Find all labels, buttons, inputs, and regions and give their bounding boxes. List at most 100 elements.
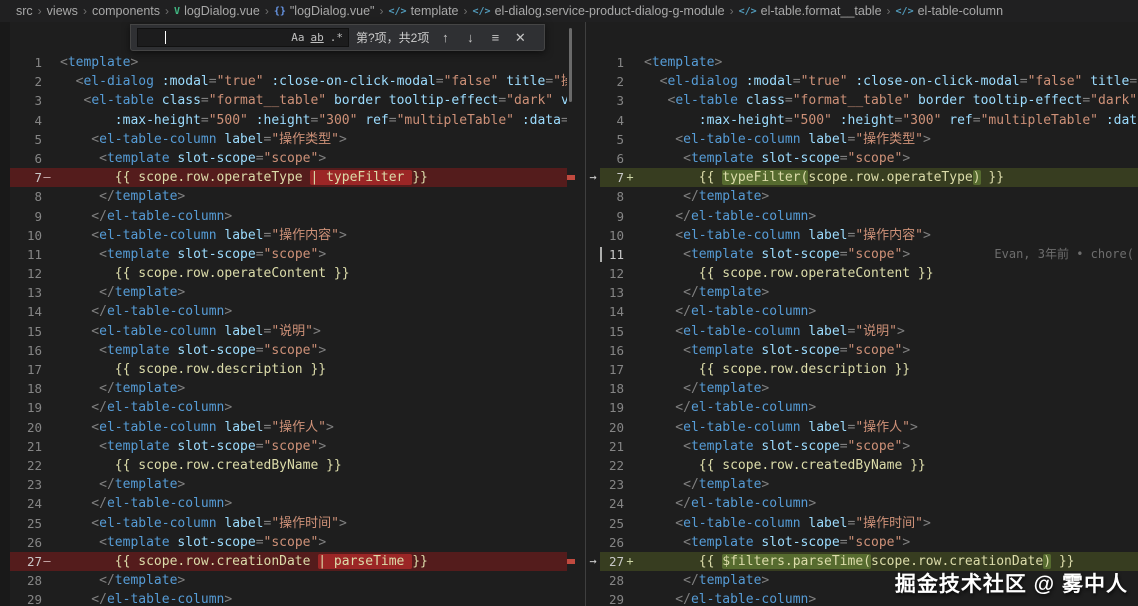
- code-line-left-13[interactable]: 13 </template>: [10, 283, 567, 302]
- code-line-right-20[interactable]: 20 <el-table-column label="操作人">: [586, 417, 1138, 437]
- line-number[interactable]: 8: [600, 187, 624, 206]
- code-line-right-23[interactable]: 23 </template>: [586, 475, 1138, 495]
- line-number[interactable]: 12: [600, 264, 624, 283]
- line-number[interactable]: 24: [10, 494, 42, 513]
- line-number[interactable]: 18: [600, 379, 624, 398]
- line-number[interactable]: 14: [10, 302, 42, 321]
- code-line-left-4[interactable]: 4 :max-height="500" :height="300" ref="m…: [10, 111, 567, 130]
- line-number[interactable]: 16: [600, 341, 624, 360]
- line-number[interactable]: 11: [600, 245, 624, 264]
- code-line-right-22[interactable]: 22 {{ scope.row.createdByName }}: [586, 455, 1138, 476]
- line-number[interactable]: 29: [600, 590, 624, 606]
- line-number[interactable]: 6: [600, 149, 624, 168]
- line-number[interactable]: 4: [600, 111, 624, 130]
- code-line-right-6[interactable]: 6 <template slot-scope="scope">: [586, 148, 1138, 169]
- next-match-button[interactable]: ↓: [461, 30, 479, 45]
- diff-change-arrow-icon[interactable]: →: [586, 551, 600, 572]
- code-line-left-11[interactable]: 11 <template slot-scope="scope">: [10, 245, 567, 264]
- code-line-left-6[interactable]: 6 <template slot-scope="scope">: [10, 149, 567, 168]
- code-line-left-15[interactable]: 15 <el-table-column label="说明">: [10, 322, 567, 341]
- modified-editor-pane[interactable]: 1 <template> 2 <el-dialog :modal="true" :c…: [586, 22, 1138, 606]
- code-line-left-27[interactable]: 27– {{ scope.row.creationDate | parseTim…: [10, 551, 567, 572]
- line-number[interactable]: 20: [10, 418, 42, 437]
- line-number[interactable]: 4: [10, 111, 42, 130]
- code-line-left-28[interactable]: 28 </template>: [10, 571, 567, 590]
- code-line-right-19[interactable]: 19 </el-table-column>: [586, 398, 1138, 418]
- code-line-left-26[interactable]: 26 <template slot-scope="scope">: [10, 533, 567, 552]
- line-number[interactable]: 24: [600, 494, 624, 513]
- line-number[interactable]: 21: [600, 437, 624, 456]
- breadcrumb-item-el-table-format-table[interactable]: </> el-table.format__table: [739, 4, 882, 18]
- breadcrumb-item-views[interactable]: views: [47, 4, 78, 18]
- line-number[interactable]: 1: [600, 53, 624, 72]
- left-editor-scrollbar[interactable]: [567, 22, 585, 606]
- close-find-button[interactable]: ✕: [511, 30, 529, 46]
- line-number[interactable]: 27: [600, 552, 624, 571]
- scrollbar-thumb[interactable]: [569, 28, 572, 102]
- line-number[interactable]: 3: [600, 91, 624, 110]
- line-number[interactable]: 17: [600, 360, 624, 379]
- code-line-left-1[interactable]: 1 <template>: [10, 53, 567, 72]
- code-line-left-19[interactable]: 19 </el-table-column>: [10, 398, 567, 417]
- line-number[interactable]: 19: [600, 398, 624, 417]
- code-line-left-14[interactable]: 14 </el-table-column>: [10, 302, 567, 321]
- breadcrumb-item-template[interactable]: </> template: [389, 4, 459, 18]
- code-line-right-13[interactable]: 13 </template>: [586, 283, 1138, 303]
- code-line-left-17[interactable]: 17 {{ scope.row.description }}: [10, 360, 567, 379]
- line-number[interactable]: 3: [10, 91, 42, 110]
- line-number[interactable]: 16: [10, 341, 42, 360]
- code-line-right-21[interactable]: 21 <template slot-scope="scope">: [586, 436, 1138, 456]
- line-number[interactable]: 25: [10, 514, 42, 533]
- line-number[interactable]: 17: [10, 360, 42, 379]
- code-line-left-8[interactable]: 8 </template>: [10, 187, 567, 206]
- code-line-left-5[interactable]: 5 <el-table-column label="操作类型">: [10, 130, 567, 149]
- line-number[interactable]: 1: [10, 53, 42, 72]
- original-editor-pane[interactable]: 1 <template> 2 <el-dialog :modal="true" :c…: [10, 22, 567, 606]
- breadcrumb-item-el-dialog-service-product-dialog-g-module[interactable]: </> el-dialog.service-product-dialog-g-mo…: [473, 4, 725, 18]
- code-line-left-24[interactable]: 24 </el-table-column>: [10, 494, 567, 513]
- code-line-right-8[interactable]: 8 </template>: [586, 187, 1138, 207]
- code-line-left-20[interactable]: 20 <el-table-column label="操作人">: [10, 418, 567, 437]
- line-number[interactable]: 8: [10, 187, 42, 206]
- match-case-icon[interactable]: Aa: [291, 31, 304, 44]
- line-number[interactable]: 10: [600, 226, 624, 245]
- line-number[interactable]: 21: [10, 437, 42, 456]
- line-number[interactable]: 23: [600, 475, 624, 494]
- code-line-right-9[interactable]: 9 </el-table-column>: [586, 206, 1138, 226]
- line-number[interactable]: 18: [10, 379, 42, 398]
- breadcrumb-item-src[interactable]: src: [16, 4, 33, 18]
- code-line-right-5[interactable]: 5 <el-table-column label="操作类型">: [586, 129, 1138, 149]
- line-number[interactable]: 7: [10, 168, 42, 187]
- whole-word-icon[interactable]: ab: [311, 31, 324, 44]
- line-number[interactable]: 19: [10, 398, 42, 417]
- line-number[interactable]: 28: [600, 571, 624, 590]
- code-line-right-2[interactable]: 2 <el-dialog :modal="true" :close-on-cli…: [586, 72, 1138, 92]
- find-input[interactable]: Aa ab .*: [137, 28, 349, 47]
- code-line-left-3[interactable]: 3 <el-table class="format__table" border…: [10, 91, 567, 110]
- code-line-right-26[interactable]: 26 <template slot-scope="scope">: [586, 532, 1138, 552]
- regex-icon[interactable]: .*: [330, 31, 343, 44]
- line-number[interactable]: 13: [600, 283, 624, 302]
- line-number[interactable]: 22: [10, 456, 42, 475]
- code-line-left-10[interactable]: 10 <el-table-column label="操作内容">: [10, 226, 567, 245]
- code-line-left-18[interactable]: 18 </template>: [10, 379, 567, 398]
- code-line-right-25[interactable]: 25 <el-table-column label="操作时间">: [586, 513, 1138, 533]
- line-number[interactable]: 11: [10, 245, 42, 264]
- code-line-right-12[interactable]: 12 {{ scope.row.operateContent }}: [586, 264, 1138, 284]
- code-line-right-1[interactable]: 1 <template>: [586, 53, 1138, 73]
- line-number[interactable]: 28: [10, 571, 42, 590]
- line-number[interactable]: 22: [600, 456, 624, 475]
- line-number[interactable]: 9: [600, 207, 624, 226]
- line-number[interactable]: 14: [600, 302, 624, 321]
- line-number[interactable]: 5: [10, 130, 42, 149]
- line-number[interactable]: 23: [10, 475, 42, 494]
- code-line-right-24[interactable]: 24 </el-table-column>: [586, 494, 1138, 514]
- code-line-right-3[interactable]: 3 <el-table class="format__table" border…: [586, 91, 1138, 111]
- line-number[interactable]: 2: [10, 72, 42, 91]
- code-line-left-23[interactable]: 23 </template>: [10, 475, 567, 494]
- line-number[interactable]: 2: [600, 72, 624, 91]
- line-number[interactable]: 29: [10, 590, 42, 606]
- line-number[interactable]: 7: [600, 168, 624, 187]
- code-line-left-2[interactable]: 2 <el-dialog :modal="true" :close-on-cli…: [10, 72, 567, 91]
- breadcrumb-item-logdialog-vue[interactable]: {} "logDialog.vue": [274, 4, 375, 18]
